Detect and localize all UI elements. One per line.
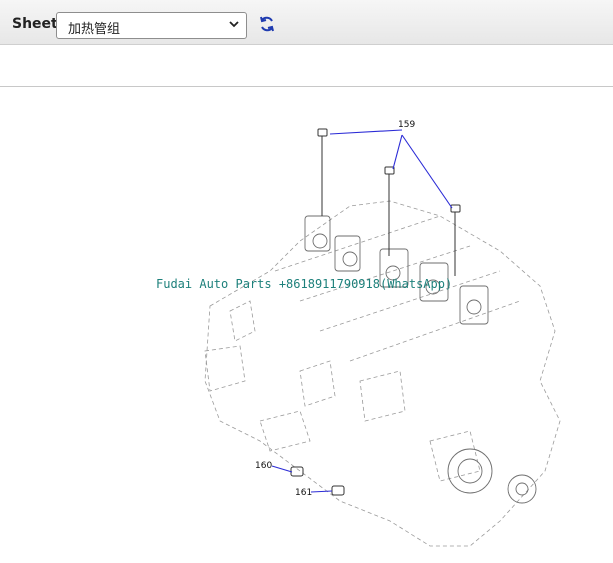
callout-161[interactable]: 161	[295, 488, 312, 498]
callout-159[interactable]: 159	[398, 120, 415, 130]
heater-glow-plugs	[290, 128, 461, 496]
diagram-viewport[interactable]: 159 160 161	[0, 86, 613, 562]
engine-block-outline	[204, 200, 561, 547]
valve-train	[304, 215, 537, 504]
callout-leader-lines	[271, 129, 453, 493]
callout-160[interactable]: 160	[255, 461, 272, 471]
watermark-text: Fudai Auto Parts +8618911790918(WhatsApp…	[156, 277, 453, 291]
